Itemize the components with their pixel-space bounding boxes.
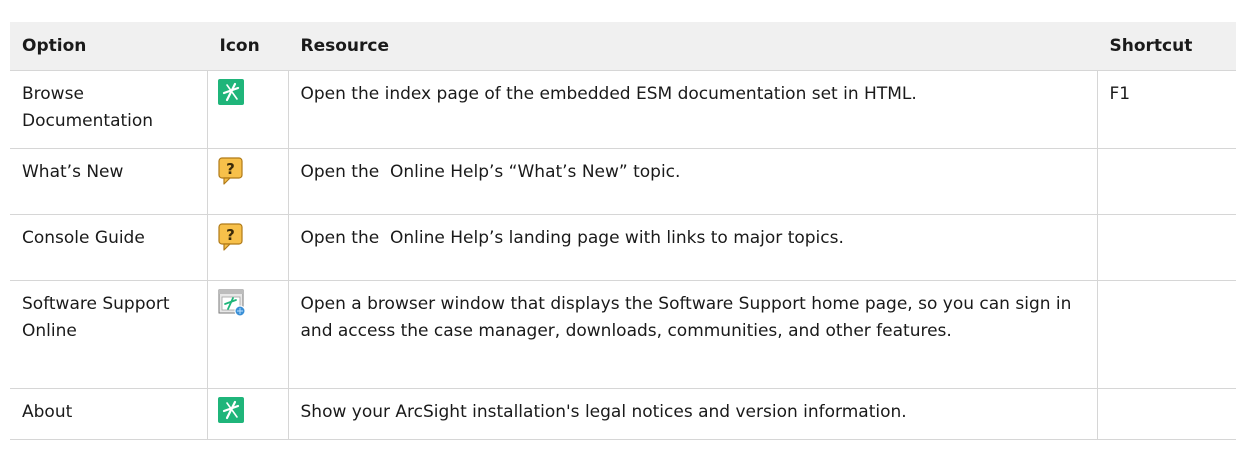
icon-cell: ? [206, 214, 288, 281]
resource-cell: Open the index page of the embedded ESM … [287, 70, 1097, 149]
resource-cell: Show your ArcSight installation's legal … [287, 388, 1097, 440]
help-question-icon: ? [217, 223, 244, 251]
table-row: Software Support Online Open a browser w… [10, 280, 1236, 389]
shortcut-cell [1096, 388, 1236, 440]
table-row: What’s New ? Open the Online Help’s “Wha… [10, 148, 1236, 215]
shortcut-cell [1096, 148, 1236, 215]
table-row: About Show your ArcSight installation's … [10, 388, 1236, 440]
resource-cell: Open the Online Help’s landing page with… [287, 214, 1097, 281]
header-resource: Resource [288, 22, 1097, 71]
header-icon: Icon [207, 22, 288, 71]
option-cell: Browse Documentation [10, 70, 207, 149]
option-cell: What’s New [10, 148, 207, 215]
table-row: Console Guide ? Open the Online Help’s l… [10, 214, 1236, 281]
svg-text:?: ? [226, 160, 235, 178]
arcsight-logo-icon [217, 79, 244, 105]
resource-cell: Open the Online Help’s “What’s New” topi… [287, 148, 1097, 215]
option-cell: Software Support Online [10, 280, 207, 389]
icon-cell [206, 388, 288, 440]
table-header-row: Option Icon Resource Shortcut [10, 22, 1236, 71]
header-shortcut: Shortcut [1097, 22, 1236, 71]
shortcut-cell: F1 [1096, 70, 1236, 149]
icon-cell [206, 70, 288, 149]
table-row: Browse Documentation Open the index page… [10, 70, 1236, 149]
help-options-table: Option Icon Resource Shortcut Browse Doc… [10, 22, 1236, 440]
header-option: Option [10, 22, 207, 71]
shortcut-cell [1096, 214, 1236, 281]
svg-text:?: ? [226, 226, 235, 244]
support-browser-icon [218, 289, 245, 317]
icon-cell [206, 280, 288, 389]
resource-cell: Open a browser window that displays the … [287, 280, 1097, 389]
help-question-icon: ? [217, 157, 244, 185]
arcsight-logo-icon [217, 397, 244, 423]
option-cell: About [10, 388, 207, 440]
icon-cell: ? [206, 148, 288, 215]
option-cell: Console Guide [10, 214, 207, 281]
shortcut-cell [1096, 280, 1236, 389]
